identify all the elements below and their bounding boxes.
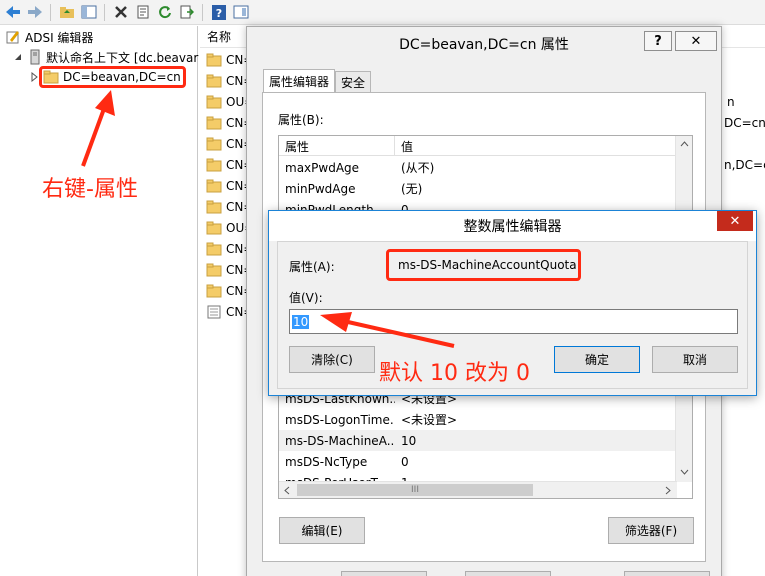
delete-icon[interactable] xyxy=(112,4,129,21)
toolbar-separator xyxy=(50,3,51,21)
table-row[interactable]: maxPwdAge (从不) xyxy=(279,157,677,178)
folder-icon xyxy=(206,116,222,130)
annotation-right-click: 右键-属性 xyxy=(42,177,138,202)
value-input-text: 10 xyxy=(292,314,310,329)
properties-icon[interactable] xyxy=(134,4,151,21)
scroll-left-icon[interactable] xyxy=(284,486,290,495)
attribute-highlight-box xyxy=(386,249,581,281)
integer-editor-close-button[interactable]: ✕ xyxy=(717,211,753,231)
close-button[interactable]: ✕ xyxy=(675,31,717,51)
integer-editor-title: 整数属性编辑器 xyxy=(269,211,756,241)
cancel-button[interactable]: 取消 xyxy=(652,346,738,373)
forward-arrow-icon[interactable] xyxy=(26,4,43,21)
toolbar-separator xyxy=(202,3,203,21)
console-pane-icon[interactable] xyxy=(232,4,249,21)
table-row[interactable]: minPwdAge (无) xyxy=(279,178,677,199)
adsi-editor-icon xyxy=(6,31,19,44)
help-icon[interactable]: ? xyxy=(210,4,227,21)
annotation-change-value: 默认 10 改为 0 xyxy=(379,361,530,386)
attributes-label: 属性(B): xyxy=(278,113,324,127)
folder-icon xyxy=(206,284,222,298)
dialog-button-cancel[interactable] xyxy=(465,571,551,576)
tab-security[interactable]: 安全 xyxy=(335,71,372,93)
help-button[interactable]: ? xyxy=(644,31,672,51)
folder-icon xyxy=(206,263,222,277)
attr-name: msDS-LogonTime... xyxy=(285,412,395,427)
attr-value: (无) xyxy=(401,182,423,196)
up-folder-icon[interactable] xyxy=(58,4,75,21)
collapsed-arrow-icon[interactable] xyxy=(31,72,39,82)
attr-value: (从不) xyxy=(401,161,435,175)
folder-icon xyxy=(206,242,222,256)
domain-highlight-box xyxy=(39,66,186,88)
dialog-button-ok[interactable] xyxy=(341,571,427,576)
folder-icon xyxy=(206,221,222,235)
attr-name: ms-DS-MachineA... xyxy=(285,433,395,448)
list-fragment: n,DC=c xyxy=(724,158,765,172)
container-icon xyxy=(206,305,222,319)
tree-item-adsi-root[interactable]: ADSI 编辑器 xyxy=(5,27,93,47)
list-fragment: DC=cn xyxy=(724,116,765,130)
show-hide-tree-icon[interactable] xyxy=(80,4,97,21)
folder-icon xyxy=(206,179,222,193)
export-list-icon[interactable] xyxy=(178,4,195,21)
annotation-arrow-up xyxy=(81,90,115,167)
annotation-arrow-left xyxy=(320,312,455,348)
attr-name: minPwdAge xyxy=(285,181,356,196)
tree-root-label: ADSI 编辑器 xyxy=(25,30,94,45)
horizontal-scrollbar[interactable]: III xyxy=(279,481,677,498)
clear-button[interactable]: 清除(C) xyxy=(289,346,375,373)
table-row-selected[interactable]: ms-DS-MachineA... 10 xyxy=(279,430,677,451)
scroll-up-icon[interactable] xyxy=(680,141,689,147)
toolbar-separator xyxy=(104,3,105,21)
folder-icon xyxy=(206,137,222,151)
table-row[interactable]: msDS-NcType 0 xyxy=(279,451,677,472)
ok-button[interactable]: 确定 xyxy=(554,346,640,373)
list-fragment: n xyxy=(727,95,735,109)
refresh-icon[interactable] xyxy=(156,4,173,21)
column-attribute[interactable]: 属性 xyxy=(279,136,395,156)
dialog-button-apply[interactable] xyxy=(624,571,710,576)
column-value[interactable]: 值 xyxy=(395,136,675,156)
scroll-right-icon[interactable] xyxy=(665,486,671,495)
attr-value: <未设置> xyxy=(401,413,458,427)
tree-item-default-naming-context[interactable]: 默认命名上下文 [dc.beavar xyxy=(13,47,198,67)
attr-value: 10 xyxy=(401,433,417,448)
toolbar: ? xyxy=(0,0,765,25)
folder-icon xyxy=(206,53,222,67)
tab-attribute-editor[interactable]: 属性编辑器 xyxy=(263,69,336,93)
value-label: 值(V): xyxy=(289,291,323,305)
scroll-thumb[interactable]: III xyxy=(297,484,533,496)
grid-header: 属性 值 xyxy=(279,136,677,156)
attr-name: maxPwdAge xyxy=(285,160,360,175)
svg-text:?: ? xyxy=(215,7,221,20)
back-arrow-icon[interactable] xyxy=(4,4,21,21)
attr-value: 0 xyxy=(401,454,409,469)
folder-icon xyxy=(206,200,222,214)
table-row[interactable]: msDS-LogonTime... <未设置> xyxy=(279,409,677,430)
folder-icon xyxy=(206,158,222,172)
edit-button[interactable]: 编辑(E) xyxy=(279,517,365,544)
attr-name: msDS-NcType xyxy=(285,454,368,469)
tab-strip: 属性编辑器 安全 xyxy=(263,69,372,93)
attribute-label: 属性(A): xyxy=(289,260,335,274)
tree-context-label: 默认命名上下文 [dc.beavar xyxy=(46,50,199,65)
filter-button[interactable]: 筛选器(F) xyxy=(608,517,694,544)
folder-icon xyxy=(206,74,222,88)
server-icon xyxy=(30,49,40,65)
folder-icon xyxy=(206,95,222,109)
scroll-down-icon[interactable] xyxy=(680,469,689,475)
expanded-arrow-icon[interactable] xyxy=(13,52,23,62)
